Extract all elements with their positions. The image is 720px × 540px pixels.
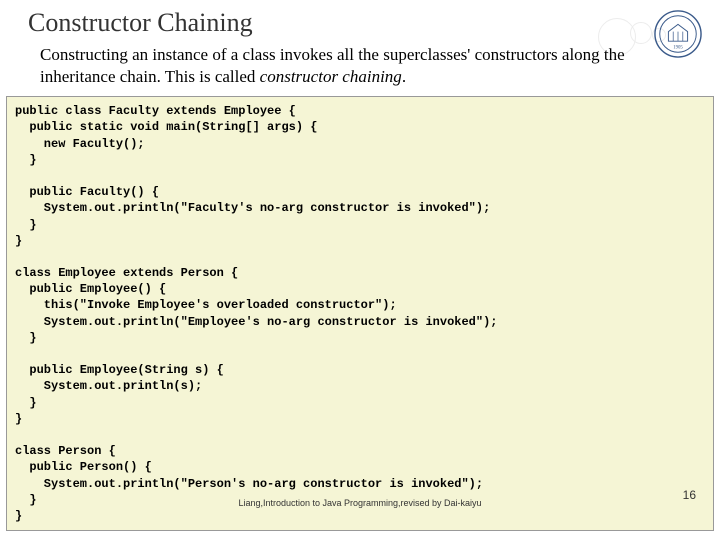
slide: 1905 Constructor Chaining Constructing a… <box>0 0 720 540</box>
footer-credit: Liang,Introduction to Java Programming,r… <box>238 498 481 508</box>
page-number: 16 <box>683 488 696 502</box>
code-block: public class Faculty extends Employee { … <box>6 96 714 531</box>
svg-text:1905: 1905 <box>673 45 683 50</box>
description-text-2: . <box>402 67 406 86</box>
description-italic: constructor chaining <box>260 67 402 86</box>
university-seal-logo: 1905 <box>654 10 702 58</box>
